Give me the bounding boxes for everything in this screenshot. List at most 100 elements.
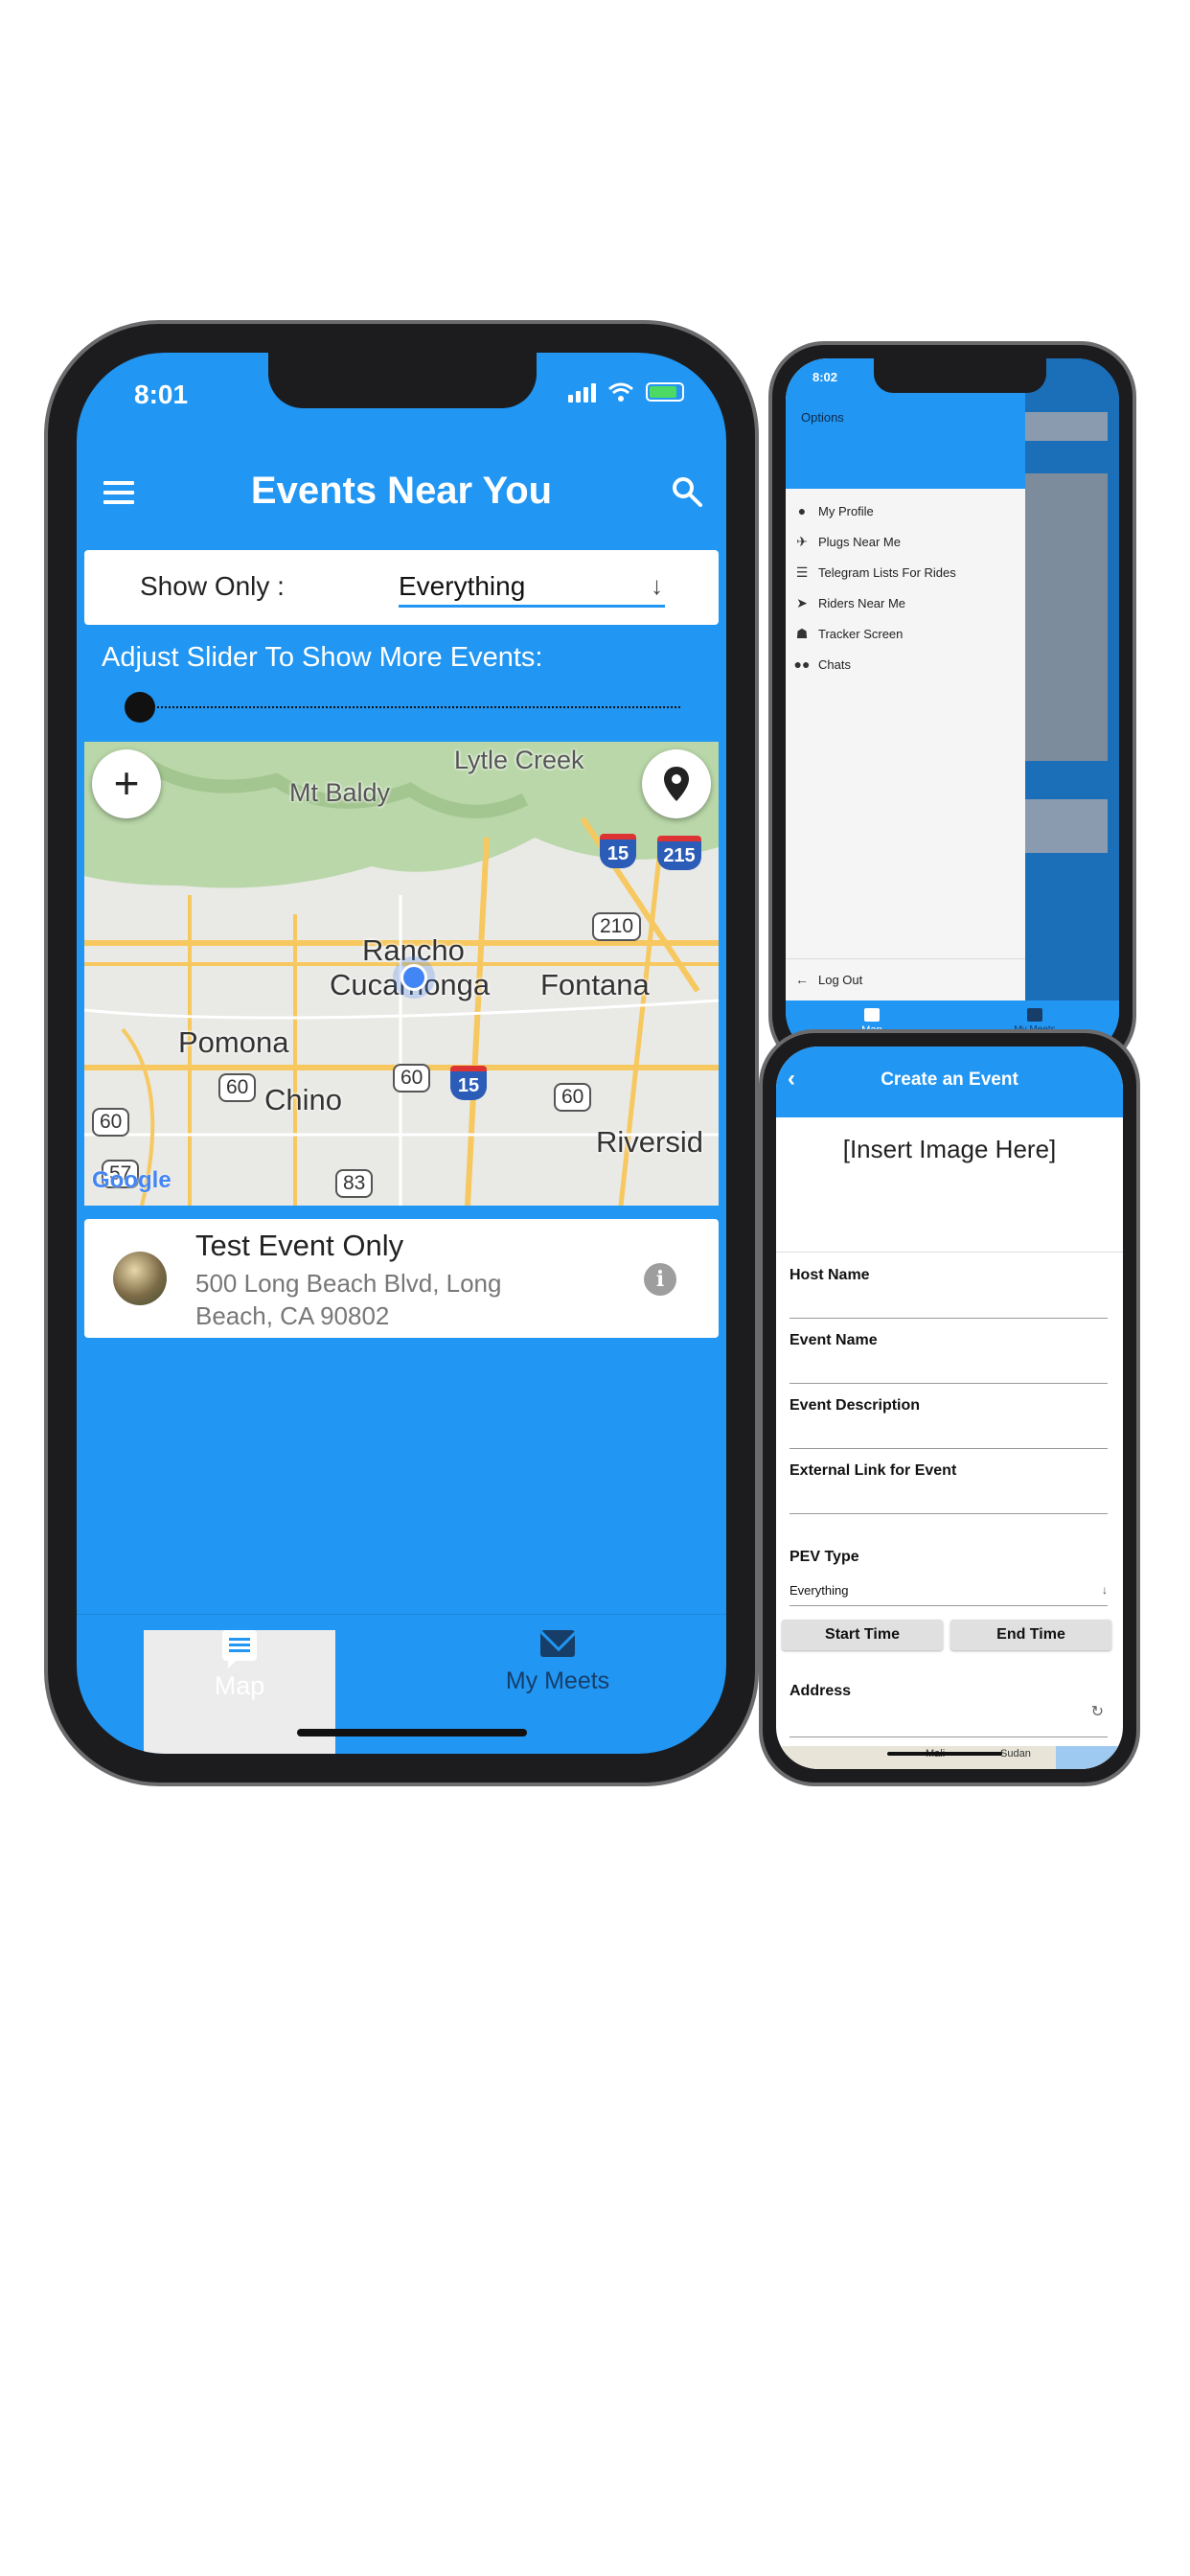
- status-time: 8:01: [134, 380, 189, 409]
- refresh-icon[interactable]: ↻: [1091, 1702, 1104, 1721]
- chat-icon: [222, 1630, 257, 1668]
- arrow-down-icon: ↓: [1102, 1583, 1108, 1597]
- app-bar: Events Near You: [77, 448, 726, 535]
- zoom-in-button[interactable]: +: [92, 749, 161, 818]
- map-label-chino: Chino: [264, 1083, 342, 1116]
- plus-icon: +: [113, 758, 140, 808]
- map-label-sudan: Sudan: [1000, 1748, 1031, 1760]
- drawer-item-plugs-near-me[interactable]: ✈ Plugs Near Me: [793, 529, 901, 554]
- drawer-item-my-profile[interactable]: ● My Profile: [793, 498, 874, 523]
- mail-icon: [1027, 1008, 1042, 1022]
- show-only-filter: Show Only : Everything ↓: [84, 550, 719, 625]
- map-label-rancho: Rancho: [362, 933, 465, 967]
- dimmed-background[interactable]: [1025, 358, 1119, 1054]
- route-210-shield: 210: [592, 912, 642, 941]
- pev-type-dropdown[interactable]: Everything ↓: [790, 1579, 1108, 1606]
- interstate-15-shield: 15: [600, 834, 636, 868]
- info-icon[interactable]: i: [644, 1263, 676, 1296]
- map-label-lytle-creek: Lytle Creek: [454, 746, 584, 774]
- end-time-button[interactable]: End Time: [950, 1620, 1111, 1650]
- drawer-item-riders-near-me[interactable]: ➤ Riders Near Me: [793, 590, 905, 615]
- chat-icon: [864, 1008, 880, 1022]
- drawer-item-telegram-lists[interactable]: ☰ Telegram Lists For Rides: [793, 560, 956, 585]
- start-time-button[interactable]: Start Time: [782, 1620, 943, 1650]
- pev-type-value: Everything: [790, 1583, 849, 1598]
- home-indicator: [297, 1729, 527, 1736]
- show-only-dropdown[interactable]: Everything ↓: [399, 564, 665, 608]
- search-icon[interactable]: [671, 475, 703, 508]
- list-icon: ☰: [795, 564, 809, 580]
- host-name-field[interactable]: Host Name: [790, 1265, 1108, 1319]
- arrow-back-icon: ←: [795, 972, 809, 987]
- map-label-fontana: Fontana: [540, 968, 650, 1001]
- nav-my-meets-label: My Meets: [505, 1668, 610, 1694]
- page-title: Create an Event: [881, 1070, 1018, 1090]
- notch: [268, 353, 537, 408]
- drawer-item-label: Riders Near Me: [818, 595, 906, 610]
- navigation-drawer: Options ● My Profile ✈ Plugs Near Me ☰ Tele…: [786, 358, 1025, 958]
- nav-map-label: Map: [214, 1671, 265, 1700]
- event-description-label: Event Description: [790, 1397, 921, 1414]
- status-indicators: [568, 381, 684, 402]
- event-name-field[interactable]: Event Name: [790, 1330, 1108, 1384]
- drawer-item-label: Chats: [818, 656, 851, 672]
- notch: [874, 358, 1046, 393]
- slider-track[interactable]: [142, 706, 680, 708]
- route-60-shield: 60: [92, 1108, 130, 1137]
- drawer-header-title: Options: [801, 410, 844, 425]
- mail-icon: [540, 1630, 575, 1657]
- drawer-footer: ← Log Out: [786, 958, 1025, 1000]
- drawer-item-label: Plugs Near Me: [818, 534, 901, 549]
- home-indicator: [887, 1752, 1002, 1756]
- slider-label: Adjust Slider To Show More Events:: [102, 642, 543, 673]
- location-pin-icon: [664, 767, 689, 801]
- divider: [776, 1252, 1123, 1253]
- signal-icon: [568, 381, 596, 402]
- page-title: Events Near You: [250, 470, 553, 512]
- main-phone-frame: 8:01 Events Near You Show Only : Everyth…: [44, 320, 759, 1786]
- route-83-shield: 83: [335, 1169, 374, 1198]
- route-60-shield: 60: [218, 1073, 257, 1102]
- drawer-item-chats[interactable]: ●● Chats: [793, 652, 851, 677]
- drawer-item-label: My Profile: [818, 503, 874, 518]
- google-logo: Google: [92, 1167, 172, 1193]
- event-description-field[interactable]: Event Description: [790, 1395, 1108, 1449]
- event-title: Test Event Only: [195, 1229, 404, 1262]
- status-time: 8:02: [812, 370, 838, 384]
- arrow-down-icon: ↓: [651, 571, 663, 600]
- pev-type-label: PEV Type: [790, 1549, 859, 1565]
- interstate-15-shield: 15: [450, 1066, 487, 1100]
- airplane-icon: ✈: [796, 533, 808, 549]
- current-location-marker: [400, 964, 427, 991]
- nav-my-meets[interactable]: My Meets: [462, 1630, 653, 1695]
- event-list-item[interactable]: Test Event Only 500 Long Beach Blvd, Lon…: [84, 1219, 719, 1338]
- map-label-riverside: Riversid: [596, 1125, 703, 1159]
- map-view[interactable]: + Mt Baldy Lytle Creek Rancho Cucamonga …: [84, 742, 719, 1206]
- map-label-mt-baldy: Mt Baldy: [289, 778, 391, 807]
- wifi-icon: [608, 382, 633, 402]
- drawer-item-label: Tracker Screen: [818, 626, 904, 641]
- navigation-drawer-screen: Options ● My Profile ✈ Plugs Near Me ☰ Tele…: [786, 358, 1119, 1054]
- show-only-value: Everything: [399, 571, 526, 601]
- create-event-screen: ‹ Create an Event [Insert Image Here] Ho…: [776, 1046, 1123, 1769]
- running-icon: ☗: [795, 625, 809, 641]
- slider-knob[interactable]: [125, 692, 155, 723]
- drawer-item-tracker-screen[interactable]: ☗ Tracker Screen: [793, 621, 904, 646]
- logout-label: Log Out: [818, 972, 863, 987]
- distance-slider[interactable]: [125, 688, 680, 726]
- my-location-button[interactable]: [642, 749, 711, 818]
- event-name-label: Event Name: [790, 1332, 878, 1348]
- route-60-shield: 60: [554, 1083, 592, 1112]
- app-bar: ‹ Create an Event: [776, 1046, 1123, 1117]
- route-60-shield: 60: [393, 1064, 431, 1092]
- address-underline: [790, 1736, 1108, 1737]
- address-map-preview[interactable]: Mali Sudan: [776, 1746, 1123, 1769]
- logout-button[interactable]: ← Log Out: [793, 967, 862, 992]
- address-label: Address: [790, 1683, 852, 1699]
- external-link-field[interactable]: External Link for Event: [790, 1460, 1108, 1514]
- battery-icon: [646, 382, 684, 402]
- event-avatar: [113, 1252, 167, 1305]
- drawer-item-label: Telegram Lists For Rides: [818, 564, 956, 580]
- image-placeholder[interactable]: [Insert Image Here]: [776, 1133, 1123, 1223]
- person-icon: ●: [797, 503, 807, 518]
